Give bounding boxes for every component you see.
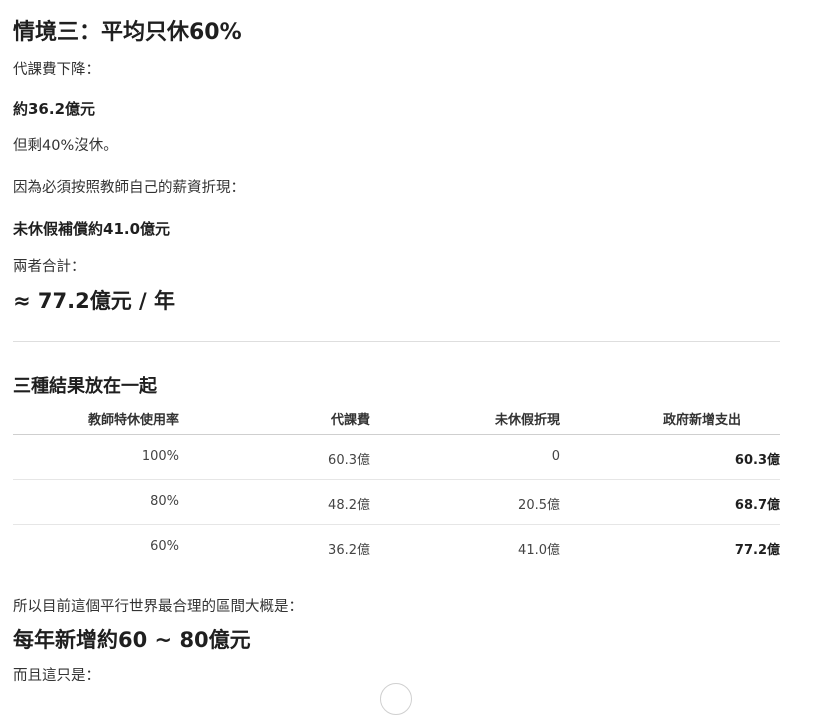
column-header: 未休假折現 bbox=[494, 413, 560, 428]
column-header: 政府新增支出 bbox=[662, 413, 741, 428]
row-divider bbox=[13, 479, 780, 480]
text-line: 兩者合計： bbox=[13, 259, 86, 275]
cell-substitute-cost: 36.2億 bbox=[328, 543, 370, 558]
cell-total-spending: 77.2億 bbox=[734, 543, 780, 558]
cell-usage-rate: 80% bbox=[150, 494, 179, 509]
bold-line: 未休假補償約41.0億元 bbox=[13, 220, 171, 238]
cell-usage-rate: 60% bbox=[150, 539, 179, 554]
cell-usage-rate: 100% bbox=[141, 449, 179, 464]
summary-heading: 三種結果放在一起 bbox=[13, 376, 157, 397]
cell-substitute-cost: 48.2億 bbox=[328, 498, 370, 513]
cell-unused-leave-pay: 0 bbox=[551, 449, 560, 464]
text-line: 代課費下降： bbox=[13, 62, 100, 78]
total-amount: ≈ 77.2億元 / 年 bbox=[13, 289, 176, 313]
cell-substitute-cost: 60.3億 bbox=[328, 453, 370, 468]
column-header: 教師特休使用率 bbox=[87, 413, 179, 428]
bold-line: 約36.2億元 bbox=[13, 100, 96, 118]
cell-total-spending: 60.3億 bbox=[734, 453, 780, 468]
cell-unused-leave-pay: 20.5億 bbox=[518, 498, 560, 513]
text-line: 而且這只是： bbox=[13, 668, 100, 684]
text-line: 因為必須按照教師自己的薪資折現： bbox=[13, 180, 245, 196]
text-line: 但剩40%沒休。 bbox=[13, 138, 118, 154]
scroll-down-button[interactable] bbox=[380, 683, 412, 715]
header-divider bbox=[13, 434, 780, 435]
row-divider bbox=[13, 524, 780, 525]
cell-unused-leave-pay: 41.0億 bbox=[518, 543, 560, 558]
text-line: 所以目前這個平行世界最合理的區間大概是： bbox=[13, 599, 303, 615]
cell-total-spending: 68.7億 bbox=[734, 498, 780, 513]
divider bbox=[13, 341, 780, 342]
scenario-heading: 情境三：平均只休60% bbox=[13, 20, 242, 45]
column-header: 代課費 bbox=[330, 413, 370, 428]
range-heading: 每年新增約60 ~ 80億元 bbox=[13, 628, 251, 652]
